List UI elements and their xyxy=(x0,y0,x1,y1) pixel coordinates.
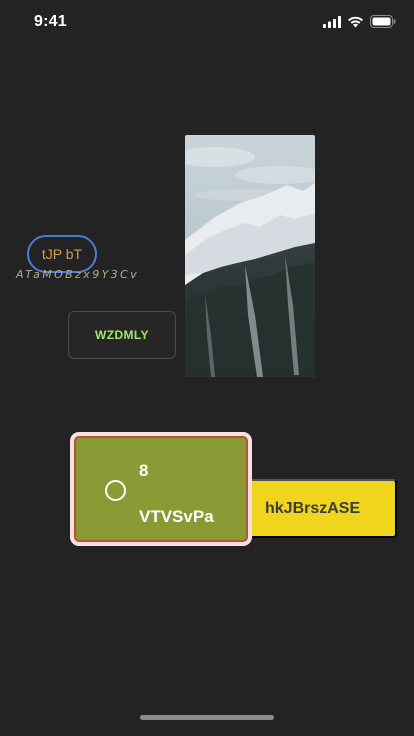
status-bar: 9:41 xyxy=(0,0,414,44)
pill-button-label: tJP bT xyxy=(41,246,83,262)
battery-icon xyxy=(370,15,396,33)
selection-card-body[interactable]: 8 VTVSvPa xyxy=(74,436,248,542)
home-indicator[interactable] xyxy=(140,715,274,720)
mountain-photo xyxy=(185,135,315,377)
caption-text: ATaMOBzx9Y3Cv xyxy=(16,268,140,281)
wifi-icon xyxy=(347,15,364,33)
outline-button-label: WZDMLY xyxy=(95,328,149,342)
yellow-button-label: hkJBrszASE xyxy=(265,499,361,517)
outline-button[interactable]: WZDMLY xyxy=(68,311,176,359)
radio-button[interactable] xyxy=(105,480,126,501)
status-time: 9:41 xyxy=(34,13,67,30)
card-count: 8 xyxy=(139,461,149,480)
selection-card[interactable]: 8 VTVSvPa xyxy=(70,432,252,546)
card-label: VTVSvPa xyxy=(139,507,214,526)
cellular-signal-icon xyxy=(323,15,341,33)
yellow-button[interactable]: hkJBrszASE xyxy=(240,479,397,538)
status-icons xyxy=(323,15,396,33)
